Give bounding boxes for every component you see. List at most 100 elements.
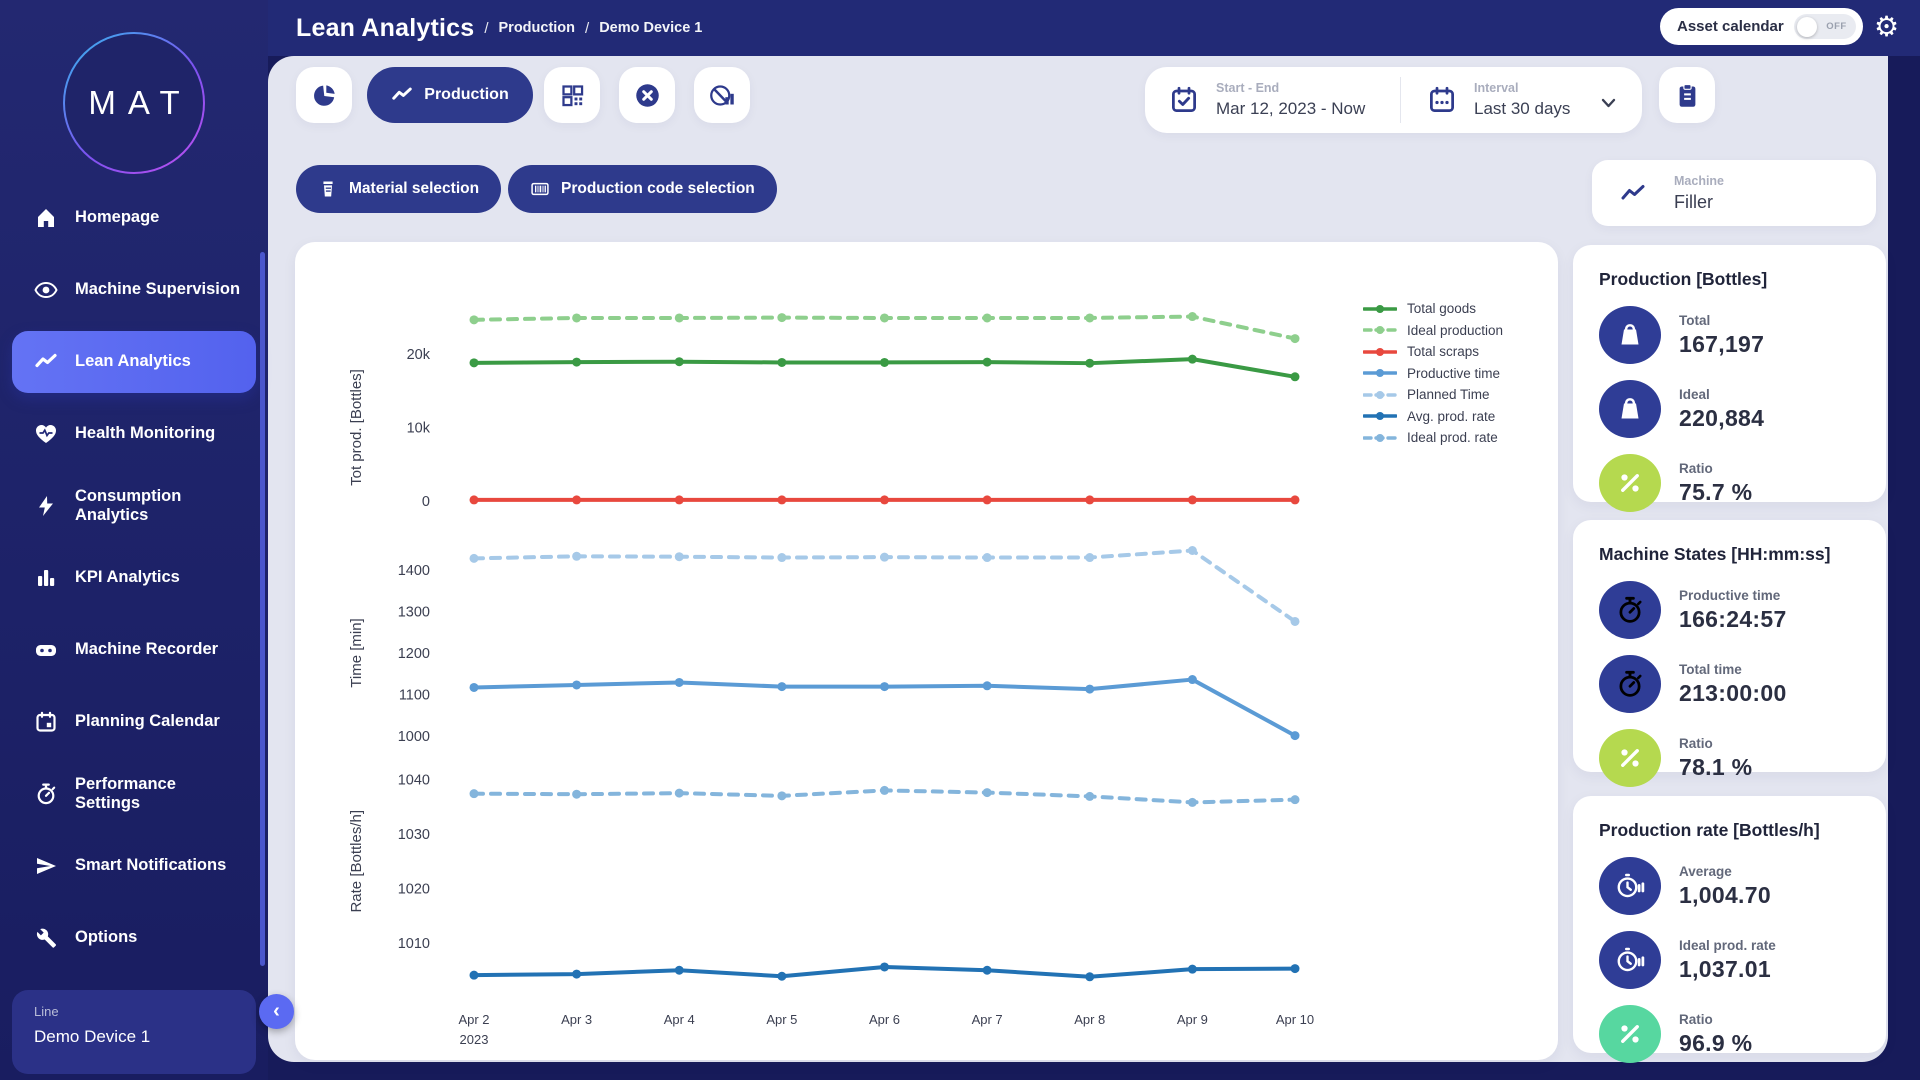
legend-marker xyxy=(1363,390,1397,399)
asset-calendar-label: Asset calendar xyxy=(1677,18,1784,35)
legend-label: Ideal production xyxy=(1407,322,1504,338)
legend-item[interactable]: Ideal production xyxy=(1363,320,1503,342)
sidebar-item-kpi-analytics[interactable]: KPI Analytics xyxy=(0,542,268,614)
pie-chart-icon xyxy=(311,82,338,109)
percent-icon xyxy=(1599,1005,1661,1063)
breadcrumb-separator: / xyxy=(585,19,590,37)
sidebar-item-lean-analytics[interactable]: Lean Analytics xyxy=(12,331,256,393)
x-axis-tick: Apr 6 xyxy=(868,1012,901,1027)
sidebar-collapse-button[interactable]: ‹ xyxy=(259,994,294,1029)
wrench-icon xyxy=(34,926,58,950)
machine-label: Machine xyxy=(1674,173,1725,188)
breadcrumb-production[interactable]: Production xyxy=(499,20,576,36)
panel-rows: Average 1,004.70 Ideal prod. rate 1,037.01 R… xyxy=(1599,857,1886,1063)
trend-line-icon xyxy=(391,84,413,106)
production-tab-label: Production xyxy=(424,86,509,103)
picker-divider xyxy=(1400,77,1401,123)
breadcrumb-device[interactable]: Demo Device 1 xyxy=(599,20,702,36)
x-axis-labels: Apr 2 2023 Apr 3 Apr 4 Apr 5 Apr 6 Apr 7 Apr 8 A… xyxy=(295,1010,1355,1054)
legend-item[interactable]: Ideal prod. rate xyxy=(1363,427,1503,449)
stat-label: Productive time xyxy=(1679,587,1781,603)
stat-row-ideal: Ideal 220,884 xyxy=(1599,380,1886,438)
stat-label: Ratio xyxy=(1679,735,1713,751)
sidebar-scrollbar[interactable] xyxy=(260,252,265,966)
machine-selector-card[interactable]: Machine Filler xyxy=(1592,160,1876,226)
sidebar-item-performance-settings[interactable]: Performance Settings xyxy=(0,758,268,830)
legend-item[interactable]: Total scraps xyxy=(1363,341,1503,363)
panel-rows: Total 167,197 Ideal 220,884 Ratio 75.7 % xyxy=(1599,306,1886,512)
sidebar-item-options[interactable]: Options xyxy=(0,902,268,974)
sidebar-item-machine-supervision[interactable]: Machine Supervision xyxy=(0,254,268,326)
sidebar-nav: Homepage Machine Supervision Lean Analytic… xyxy=(0,182,268,974)
stat-row-total: Total 167,197 xyxy=(1599,306,1886,364)
logo-text: MAT xyxy=(88,84,192,121)
asset-calendar-toggle-pill[interactable]: Asset calendar OFF xyxy=(1660,8,1863,45)
home-icon xyxy=(34,206,58,230)
date-range-picker[interactable]: Start - End Mar 12, 2023 - Now xyxy=(1169,67,1365,133)
calendar-dots-icon xyxy=(1427,85,1457,115)
sidebar-item-health-monitoring[interactable]: Health Monitoring xyxy=(0,398,268,470)
x-axis-tick: Apr 8 xyxy=(1074,1012,1106,1027)
app-root: Lean Analytics / Production / Demo Devic… xyxy=(0,0,1920,1080)
svg-text:20k: 20k xyxy=(407,347,431,363)
scraps-view-button[interactable] xyxy=(619,67,675,123)
interval-picker[interactable]: Interval Last 30 days xyxy=(1427,67,1616,133)
device-selector-card[interactable]: Line Demo Device 1 xyxy=(12,990,256,1074)
downtime-chart-button[interactable] xyxy=(694,67,750,123)
stat-label: Ideal xyxy=(1679,386,1710,402)
legend-marker xyxy=(1363,304,1397,313)
report-clipboard-button[interactable] xyxy=(1659,67,1715,123)
svg-text:Tot prod. [Bottles]: Tot prod. [Bottles] xyxy=(348,369,365,486)
stat-value: 166:24:57 xyxy=(1679,605,1787,632)
stat-row-ratio: Ratio 78.1 % xyxy=(1599,729,1886,787)
stat-label: Ratio xyxy=(1679,1011,1713,1027)
pie-view-button[interactable] xyxy=(296,67,352,123)
x-axis-tick: Apr 9 xyxy=(1176,1012,1208,1027)
stat-value: 213:00:00 xyxy=(1679,679,1787,706)
sidebar: MAT Homepage Machine Supervision Lean Anal… xyxy=(0,0,268,1080)
legend-item[interactable]: Productive time xyxy=(1363,363,1503,385)
sidebar-item-consumption-analytics[interactable]: Consumption Analytics xyxy=(0,470,268,542)
percent-icon xyxy=(1599,454,1661,512)
legend-label: Avg. prod. rate xyxy=(1407,408,1496,424)
sidebar-item-label: Performance Settings xyxy=(75,774,176,812)
svg-text:0: 0 xyxy=(422,494,430,510)
calendar-check-icon xyxy=(1169,85,1199,115)
settings-gear-icon[interactable]: ⚙ xyxy=(1874,9,1899,45)
legend-item[interactable]: Total goods xyxy=(1363,298,1503,320)
svg-text:1030: 1030 xyxy=(398,827,430,843)
device-name: Demo Device 1 xyxy=(34,1027,151,1046)
date-range-value: Mar 12, 2023 - Now xyxy=(1216,99,1366,118)
chart-1: 1000 1100 1200 1300 1400 Time [min] xyxy=(348,545,1300,745)
chart-slash-icon xyxy=(709,82,736,109)
material-selection-label: Material selection xyxy=(349,180,480,197)
legend-marker xyxy=(1363,433,1397,442)
sidebar-item-label: Options xyxy=(75,928,138,947)
svg-text:1000: 1000 xyxy=(398,729,430,745)
production-code-selection-button[interactable]: Production code selection xyxy=(508,165,777,213)
legend-label: Planned Time xyxy=(1407,387,1490,403)
line-charts: 0 10k 20k Tot prod. [Bottles] 1000 1100 1200 13… xyxy=(295,256,1358,1016)
svg-text:1040: 1040 xyxy=(398,773,430,789)
mat-logo: MAT xyxy=(63,32,205,174)
production-panel: Production [Bottles] Total 167,197 Ideal 22… xyxy=(1573,245,1886,512)
qr-code-icon xyxy=(559,82,586,109)
svg-text:Rate [Bottles/h]: Rate [Bottles/h] xyxy=(348,810,365,913)
stat-row-ratio: Ratio 96.9 % xyxy=(1599,1005,1886,1063)
sidebar-item-planning-calendar[interactable]: Planning Calendar xyxy=(0,686,268,758)
stat-label: Total time xyxy=(1679,661,1742,677)
legend-item[interactable]: Avg. prod. rate xyxy=(1363,406,1503,428)
calendar-icon xyxy=(34,710,58,734)
legend-item[interactable]: Planned Time xyxy=(1363,384,1503,406)
sidebar-item-smart-notifications[interactable]: Smart Notifications xyxy=(0,830,268,902)
sidebar-item-homepage[interactable]: Homepage xyxy=(0,182,268,254)
production-tab-button[interactable]: Production xyxy=(367,67,533,123)
svg-text:10k: 10k xyxy=(407,421,431,437)
x-axis-tick: Apr 5 xyxy=(766,1012,798,1027)
chart-legend: Total goods Ideal production Total scraps P… xyxy=(1363,298,1503,449)
qr-code-button[interactable] xyxy=(544,67,600,123)
eye-icon xyxy=(34,278,58,302)
sidebar-item-machine-recorder[interactable]: Machine Recorder xyxy=(0,614,268,686)
material-selection-button[interactable]: Material selection xyxy=(296,165,502,213)
asset-calendar-switch[interactable]: OFF xyxy=(1793,14,1856,39)
